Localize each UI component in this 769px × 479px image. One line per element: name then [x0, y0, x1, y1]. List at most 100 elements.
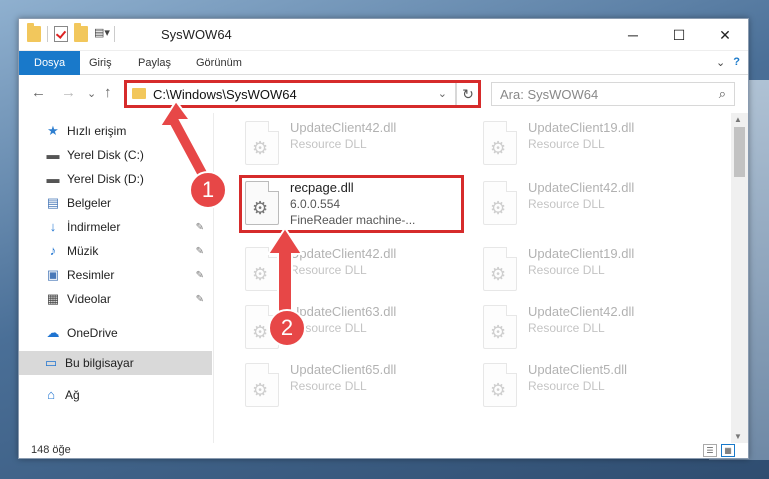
- list-item[interactable]: ⚙ UpdateClient19.dll Resource DLL: [483, 117, 703, 169]
- help-icon[interactable]: ?: [733, 56, 740, 69]
- pin-icon[interactable]: ✎: [196, 294, 204, 305]
- close-button[interactable]: ✕: [702, 19, 748, 51]
- customize-toolbar-icon[interactable]: ▤▾: [94, 26, 110, 42]
- new-folder-icon[interactable]: [74, 23, 88, 42]
- maximize-button[interactable]: ☐: [656, 19, 702, 51]
- tab-file[interactable]: Dosya: [19, 51, 81, 75]
- tab-home[interactable]: Giriş: [79, 51, 122, 75]
- details-view-icon[interactable]: ☰: [703, 444, 717, 457]
- forward-button[interactable]: →: [61, 84, 76, 101]
- drive-icon: ▬: [46, 147, 60, 162]
- scrollbar-thumb[interactable]: [734, 127, 745, 177]
- step-1-badge: 1: [189, 171, 227, 209]
- dll-file-icon: ⚙: [483, 305, 517, 349]
- pictures-icon: ▣: [46, 267, 60, 282]
- file-list: ⚙ UpdateClient42.dll Resource DLL ⚙ recp…: [215, 113, 731, 443]
- tab-view[interactable]: Görünüm: [186, 51, 252, 75]
- file-type: Resource DLL: [528, 197, 605, 211]
- ribbon-controls: ⌄ ?: [716, 56, 740, 69]
- quick-access-toolbar: ▤▾: [27, 23, 115, 42]
- music-icon: ♪: [49, 243, 57, 258]
- scroll-up-icon[interactable]: ▲: [734, 115, 742, 124]
- back-button[interactable]: ←: [31, 84, 46, 101]
- gear-icon: ⚙: [252, 264, 269, 284]
- gear-icon: ⚙: [252, 322, 269, 342]
- computer-icon: ▭: [44, 355, 58, 370]
- gear-icon: ⚙: [490, 322, 507, 342]
- sidebar-item-onedrive[interactable]: ☁ OneDrive: [45, 321, 238, 345]
- search-icon[interactable]: ⌕: [719, 86, 726, 102]
- dll-file-icon: ⚙: [245, 247, 279, 291]
- sidebar-item-network[interactable]: ⌂ Ağ: [43, 383, 236, 407]
- pin-icon[interactable]: ✎: [196, 270, 204, 281]
- window-title: SysWOW64: [161, 27, 232, 42]
- sidebar-item-pictures[interactable]: ▣ Resimler ✎: [45, 263, 212, 287]
- sidebar-item-label: Ağ: [65, 388, 80, 402]
- file-type: Resource DLL: [290, 137, 367, 151]
- properties-icon[interactable]: [54, 26, 68, 42]
- large-icons-view-icon[interactable]: ▦: [721, 444, 735, 457]
- file-type: Resource DLL: [528, 321, 605, 335]
- file-name: UpdateClient5.dll: [528, 362, 628, 377]
- sidebar-item-this-pc[interactable]: ▭ Bu bilgisayar: [19, 351, 212, 375]
- drive-icon: ▬: [46, 171, 60, 186]
- sidebar-item-label: Müzik: [67, 244, 99, 258]
- file-name: UpdateClient19.dll: [528, 120, 635, 135]
- file-highlight-box: [239, 175, 464, 233]
- search-box[interactable]: Ara: SysWOW64 ⌕: [491, 82, 735, 106]
- dll-file-icon: ⚙: [483, 363, 517, 407]
- sidebar-item-music[interactable]: ♪ Müzik ✎: [45, 239, 212, 263]
- file-type: Resource DLL: [290, 263, 367, 277]
- file-name: UpdateClient42.dll: [528, 180, 635, 195]
- title-bar: ▤▾ SysWOW64 ─ ☐ ✕: [19, 19, 748, 51]
- vertical-scrollbar[interactable]: ▲ ▼: [731, 113, 748, 443]
- toolbar-divider: [114, 26, 115, 42]
- sidebar-item-label: Videolar: [67, 292, 111, 306]
- sidebar-item-downloads[interactable]: ↓ İndirmeler ✎: [45, 215, 212, 239]
- file-type: Resource DLL: [528, 263, 605, 277]
- recent-locations-button[interactable]: ⌄: [87, 87, 96, 100]
- file-name: UpdateClient42.dll: [290, 120, 397, 135]
- list-item[interactable]: ⚙ UpdateClient42.dll Resource DLL: [245, 117, 465, 169]
- cloud-icon: ☁: [46, 325, 60, 340]
- ribbon-tabs: Dosya Giriş Paylaş Görünüm ⌄ ?: [19, 51, 748, 75]
- gear-icon: ⚙: [252, 138, 269, 158]
- sidebar-item-label: Bu bilgisayar: [65, 356, 134, 370]
- list-item[interactable]: ⚙ UpdateClient42.dll Resource DLL: [245, 243, 465, 295]
- list-item[interactable]: ⚙ UpdateClient5.dll Resource DLL: [483, 359, 703, 411]
- pin-icon[interactable]: ✎: [196, 246, 204, 257]
- sidebar-item-quick-access[interactable]: ★ Hızlı erişim: [45, 119, 238, 143]
- sidebar-item-label: Resimler: [67, 268, 115, 282]
- list-item[interactable]: ⚙ UpdateClient42.dll Resource DLL: [483, 177, 703, 229]
- dll-file-icon: ⚙: [483, 181, 517, 225]
- file-name: UpdateClient19.dll: [528, 246, 635, 261]
- file-name: UpdateClient65.dll: [290, 362, 397, 377]
- address-highlight-box: [124, 80, 481, 108]
- list-item[interactable]: ⚙ UpdateClient65.dll Resource DLL: [245, 359, 465, 411]
- list-item[interactable]: ⚙ UpdateClient19.dll Resource DLL: [483, 243, 703, 295]
- file-name: UpdateClient63.dll: [290, 304, 397, 319]
- gear-icon: ⚙: [490, 198, 507, 218]
- ribbon-expand-icon[interactable]: ⌄: [716, 56, 725, 69]
- navigation-bar: ← → ⌄ ↑ C:\Windows\SysWOW64 ⌄ ↻ Ara: Sys…: [19, 76, 748, 112]
- dll-file-icon: ⚙: [245, 363, 279, 407]
- list-item[interactable]: ⚙ UpdateClient42.dll Resource DLL: [483, 301, 703, 353]
- tab-share[interactable]: Paylaş: [128, 51, 181, 75]
- file-name: UpdateClient42.dll: [528, 304, 635, 319]
- star-icon: ★: [47, 123, 59, 138]
- file-type: Resource DLL: [528, 379, 605, 393]
- videos-icon: ▦: [46, 291, 60, 306]
- search-input[interactable]: Ara: SysWOW64: [500, 87, 598, 102]
- scroll-down-icon[interactable]: ▼: [734, 432, 742, 441]
- step-2-badge: 2: [268, 309, 306, 347]
- sidebar-item-disk-c[interactable]: ▬ Yerel Disk (C:): [45, 143, 238, 167]
- minimize-button[interactable]: ─: [610, 19, 656, 51]
- sidebar-item-videos[interactable]: ▦ Videolar ✎: [45, 287, 212, 311]
- gear-icon: ⚙: [490, 138, 507, 158]
- sidebar-item-label: İndirmeler: [67, 220, 121, 234]
- gear-icon: ⚙: [490, 380, 507, 400]
- pin-icon[interactable]: ✎: [196, 222, 204, 233]
- up-button[interactable]: ↑: [104, 84, 112, 101]
- sidebar-item-label: OneDrive: [67, 326, 118, 340]
- status-bar: 148 öğe ☰ ▦: [19, 443, 748, 460]
